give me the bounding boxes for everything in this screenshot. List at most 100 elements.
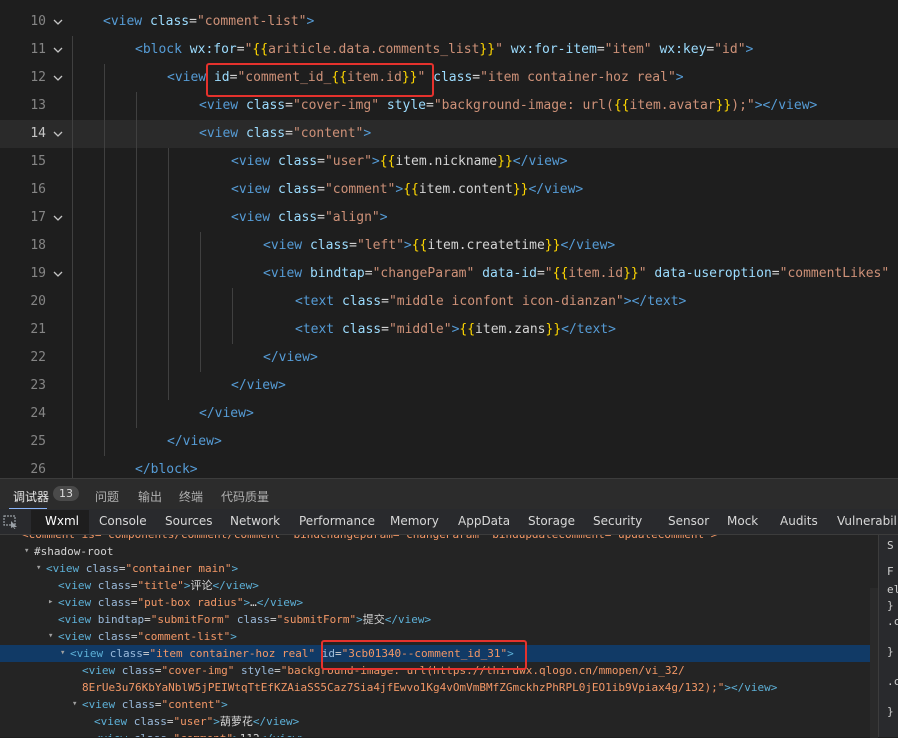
chevron-down-icon[interactable] — [51, 71, 65, 85]
code-line[interactable]: 21 <text class="middle">{{item.zans}}</te… — [0, 316, 898, 344]
code-line[interactable]: 13 <view class="cover-img" style="backgro… — [0, 92, 898, 120]
dom-node[interactable]: ▾ <view class="container main"> — [0, 560, 870, 577]
code-token: = — [426, 98, 434, 113]
tab-storage[interactable]: Storage — [528, 514, 575, 528]
style-rule-fragment: .c — [887, 615, 898, 628]
code-token: = — [317, 182, 325, 197]
code-line[interactable]: 14 <view class="content"> — [0, 120, 898, 148]
code-line[interactable]: 10 <view class="comment-list"> — [0, 8, 898, 36]
indent-guide — [232, 288, 233, 316]
tab-audits[interactable]: Audits — [780, 514, 818, 528]
dom-node[interactable]: <view class="comment">112</view> — [0, 730, 870, 737]
chevron-down-icon[interactable] — [51, 15, 65, 29]
tab-mock[interactable]: Mock — [727, 514, 758, 528]
tab-problems[interactable]: 问题 — [95, 488, 119, 505]
code-line[interactable]: 16 <view class="comment">{{item.content}}… — [0, 176, 898, 204]
dom-token: "put-box radius" — [137, 596, 244, 609]
dom-node[interactable]: 8ErUe3u76KbYaNblW5jPEIWtqTtEfKZAiaSS5Caz… — [0, 679, 870, 696]
dom-token: </view> — [260, 732, 306, 737]
indent-guide — [168, 372, 169, 400]
code-line[interactable]: 24 </view> — [0, 400, 898, 428]
code-line[interactable]: 26 </block> — [0, 456, 898, 478]
code-line[interactable]: 15 <view class="user">{{item.nickname}}</… — [0, 148, 898, 176]
indent-guide — [72, 148, 73, 176]
styles-side-pane[interactable]: S Fel} .c} .c} — [878, 535, 898, 737]
dom-node[interactable]: ▸ <view class="put-box radius">…</view> — [0, 594, 870, 611]
expand-triangle-icon[interactable]: ▾ — [60, 645, 65, 662]
tab-vulnerability[interactable]: Vulnerability — [837, 514, 898, 528]
indent-guide — [72, 120, 73, 148]
tab-performance[interactable]: Performance — [299, 514, 375, 528]
indent-guide — [104, 260, 105, 288]
code-token: <view — [231, 154, 278, 169]
inspect-element-icon[interactable] — [3, 515, 19, 532]
tab-appdata[interactable]: AppData — [458, 514, 510, 528]
expand-triangle-icon[interactable]: ▾ — [72, 696, 77, 713]
indent-guide — [72, 64, 73, 92]
style-rule-fragment: el — [887, 583, 898, 596]
dom-token: class — [97, 579, 131, 592]
dom-node[interactable]: <view class="title">评论</view> — [0, 577, 870, 594]
code-token: {{ — [403, 182, 419, 197]
code-line[interactable]: 18 <view class="left">{{item.createtime}}… — [0, 232, 898, 260]
dom-token: "submitForm" — [276, 613, 357, 626]
tab-code-quality[interactable]: 代码质量 — [221, 488, 269, 505]
indent-guide — [200, 288, 201, 316]
indent-guide — [104, 428, 105, 456]
tab-console[interactable]: Console — [99, 514, 147, 528]
chevron-down-icon[interactable] — [51, 43, 65, 57]
tab-wxml[interactable]: Wxml — [45, 514, 79, 528]
code-line[interactable]: 17 <view class="align"> — [0, 204, 898, 232]
code-token: = — [596, 42, 605, 57]
dom-token: <view — [46, 562, 86, 575]
dom-node-text: <comment is="components/comment/comment"… — [22, 535, 717, 543]
tab-sources[interactable]: Sources — [165, 514, 212, 528]
code-line[interactable]: 22 </view> — [0, 344, 898, 372]
highlight-box — [321, 640, 527, 670]
code-token: = — [349, 238, 357, 253]
tab-security[interactable]: Security — [593, 514, 642, 528]
expand-triangle-icon[interactable]: ▾ — [36, 560, 41, 577]
dom-node[interactable]: ▾ <view class="content"> — [0, 696, 870, 713]
code-token: }} — [544, 238, 561, 253]
code-token: class — [309, 238, 350, 253]
code-token: = — [472, 70, 481, 85]
tab-sensor[interactable]: Sensor — [668, 514, 709, 528]
dom-token: </view> — [252, 715, 300, 728]
indent-guide — [72, 344, 73, 372]
chevron-down-icon[interactable] — [51, 267, 65, 281]
dom-node[interactable]: <view bindtap="submitForm" class="submit… — [0, 611, 870, 628]
expand-triangle-icon[interactable]: ▾ — [48, 628, 53, 645]
collapse-triangle-icon[interactable]: ▸ — [48, 594, 53, 611]
code-line[interactable]: 25 </view> — [0, 428, 898, 456]
indent-guide — [168, 204, 169, 232]
code-text: <view class="align"> — [231, 210, 388, 226]
dom-token: class — [97, 596, 131, 609]
code-line[interactable]: 20 <text class="middle iconfont icon-dian… — [0, 288, 898, 316]
tab-debugger[interactable]: 调试器 — [13, 488, 49, 505]
code-token: > — [745, 42, 754, 57]
code-line[interactable]: 19 <view bindtap="changeParam" data-id="{… — [0, 260, 898, 288]
dom-token: class — [236, 613, 270, 626]
code-line[interactable]: 23 </view> — [0, 372, 898, 400]
tab-network[interactable]: Network — [230, 514, 280, 528]
code-editor[interactable]: 10 <view class="comment-list"> 11 <block wx… — [0, 0, 898, 478]
chevron-down-icon[interactable] — [51, 127, 65, 141]
tab-terminal[interactable]: 终端 — [179, 488, 203, 505]
dom-node[interactable]: <comment is="components/comment/comment"… — [0, 535, 870, 543]
dom-node[interactable]: ▾ #shadow-root — [0, 543, 870, 560]
code-token: = — [236, 42, 245, 57]
wxml-dom-tree[interactable]: <comment is="components/comment/comment"… — [0, 535, 878, 737]
tab-memory[interactable]: Memory — [390, 514, 439, 528]
tab-output[interactable]: 输出 — [138, 488, 162, 505]
dom-node[interactable]: <view class="user">葫萝花</view> — [0, 713, 870, 730]
chevron-down-icon[interactable] — [51, 211, 65, 225]
code-line[interactable]: 12 <view id="comment_id_{{item.id}}" clas… — [0, 64, 898, 92]
dom-token: = — [166, 715, 174, 728]
dom-token: = — [130, 630, 138, 643]
expand-triangle-icon[interactable]: ▾ — [24, 543, 29, 560]
code-line[interactable]: 11 <block wx:for="{{ariticle.data.comment… — [0, 36, 898, 64]
dom-tree-scrollbar[interactable] — [870, 588, 878, 738]
indent-guide — [232, 316, 233, 344]
code-token: > — [306, 14, 315, 29]
